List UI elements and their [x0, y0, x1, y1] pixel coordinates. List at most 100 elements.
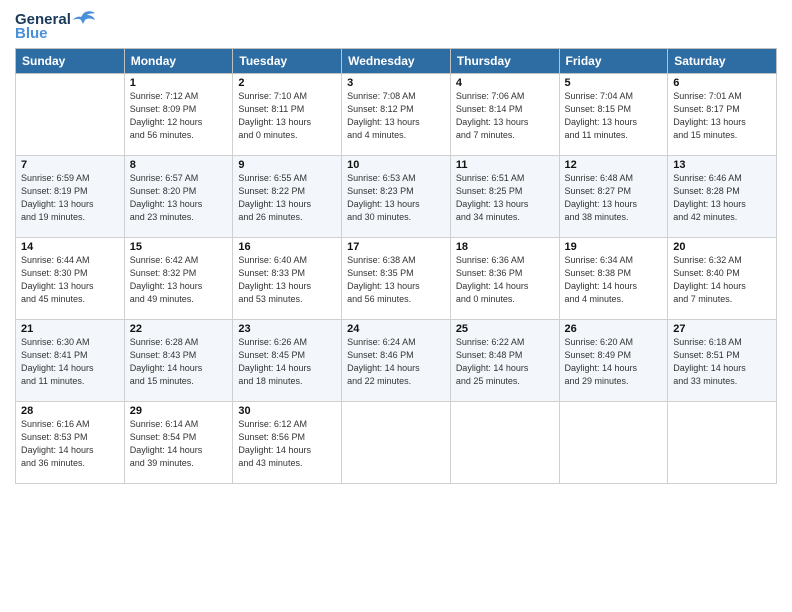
day-info-line: Sunrise: 6:46 AM: [673, 172, 771, 185]
day-info-line: Daylight: 13 hours: [347, 280, 445, 293]
calendar-week-row: 1Sunrise: 7:12 AMSunset: 8:09 PMDaylight…: [16, 74, 777, 156]
day-info-line: Sunset: 8:14 PM: [456, 103, 554, 116]
day-info-line: Daylight: 13 hours: [673, 116, 771, 129]
day-number: 3: [347, 77, 445, 89]
day-number: 15: [130, 241, 228, 253]
day-info-line: Daylight: 12 hours: [130, 116, 228, 129]
day-info-line: Sunrise: 6:48 AM: [565, 172, 663, 185]
day-info-line: Sunrise: 6:24 AM: [347, 336, 445, 349]
day-number: 11: [456, 159, 554, 171]
day-info: Sunrise: 6:44 AMSunset: 8:30 PMDaylight:…: [21, 254, 119, 306]
day-info-line: and 30 minutes.: [347, 211, 445, 224]
day-info: Sunrise: 6:28 AMSunset: 8:43 PMDaylight:…: [130, 336, 228, 388]
day-info-line: Daylight: 14 hours: [673, 280, 771, 293]
day-info-line: Daylight: 14 hours: [130, 444, 228, 457]
col-saturday: Saturday: [668, 49, 777, 74]
day-info-line: Sunset: 8:53 PM: [21, 431, 119, 444]
day-info-line: and 11 minutes.: [565, 129, 663, 142]
day-info: Sunrise: 6:42 AMSunset: 8:32 PMDaylight:…: [130, 254, 228, 306]
day-number: 26: [565, 323, 663, 335]
calendar-cell: 12Sunrise: 6:48 AMSunset: 8:27 PMDayligh…: [559, 156, 668, 238]
day-info-line: and 15 minutes.: [130, 375, 228, 388]
day-number: 7: [21, 159, 119, 171]
day-info-line: Daylight: 13 hours: [238, 198, 336, 211]
day-number: 16: [238, 241, 336, 253]
day-info-line: Daylight: 14 hours: [673, 362, 771, 375]
day-info-line: and 0 minutes.: [238, 129, 336, 142]
day-info-line: Sunrise: 6:57 AM: [130, 172, 228, 185]
day-info-line: Daylight: 14 hours: [21, 444, 119, 457]
calendar-cell: 11Sunrise: 6:51 AMSunset: 8:25 PMDayligh…: [450, 156, 559, 238]
day-info-line: Sunset: 8:46 PM: [347, 349, 445, 362]
day-info-line: Sunrise: 6:32 AM: [673, 254, 771, 267]
day-info: Sunrise: 6:30 AMSunset: 8:41 PMDaylight:…: [21, 336, 119, 388]
day-info-line: Daylight: 13 hours: [21, 280, 119, 293]
day-number: 29: [130, 405, 228, 417]
day-info-line: and 33 minutes.: [673, 375, 771, 388]
day-info: Sunrise: 6:53 AMSunset: 8:23 PMDaylight:…: [347, 172, 445, 224]
day-number: 30: [238, 405, 336, 417]
calendar-cell: 19Sunrise: 6:34 AMSunset: 8:38 PMDayligh…: [559, 238, 668, 320]
day-info-line: Sunrise: 6:51 AM: [456, 172, 554, 185]
day-info-line: Sunrise: 7:06 AM: [456, 90, 554, 103]
logo-blue: Blue: [15, 25, 48, 42]
day-info-line: Daylight: 13 hours: [673, 198, 771, 211]
day-info-line: and 4 minutes.: [347, 129, 445, 142]
day-info-line: and 42 minutes.: [673, 211, 771, 224]
day-number: 10: [347, 159, 445, 171]
day-info: Sunrise: 7:04 AMSunset: 8:15 PMDaylight:…: [565, 90, 663, 142]
day-info-line: Sunset: 8:22 PM: [238, 185, 336, 198]
day-info-line: Sunrise: 7:01 AM: [673, 90, 771, 103]
day-info: Sunrise: 6:20 AMSunset: 8:49 PMDaylight:…: [565, 336, 663, 388]
day-info-line: Sunrise: 6:14 AM: [130, 418, 228, 431]
calendar-cell: 9Sunrise: 6:55 AMSunset: 8:22 PMDaylight…: [233, 156, 342, 238]
day-info-line: Sunrise: 7:04 AM: [565, 90, 663, 103]
day-info-line: Sunset: 8:20 PM: [130, 185, 228, 198]
day-info-line: Daylight: 14 hours: [130, 362, 228, 375]
day-info-line: Sunrise: 6:36 AM: [456, 254, 554, 267]
day-number: 28: [21, 405, 119, 417]
calendar-cell: 26Sunrise: 6:20 AMSunset: 8:49 PMDayligh…: [559, 320, 668, 402]
day-info: Sunrise: 6:57 AMSunset: 8:20 PMDaylight:…: [130, 172, 228, 224]
day-info-line: Sunset: 8:09 PM: [130, 103, 228, 116]
day-number: 9: [238, 159, 336, 171]
calendar-cell: 1Sunrise: 7:12 AMSunset: 8:09 PMDaylight…: [124, 74, 233, 156]
header: General Blue: [15, 10, 777, 42]
header-row: Sunday Monday Tuesday Wednesday Thursday…: [16, 49, 777, 74]
calendar-cell: 13Sunrise: 6:46 AMSunset: 8:28 PMDayligh…: [668, 156, 777, 238]
day-info: Sunrise: 6:32 AMSunset: 8:40 PMDaylight:…: [673, 254, 771, 306]
day-info-line: Sunset: 8:17 PM: [673, 103, 771, 116]
day-info-line: Sunrise: 7:08 AM: [347, 90, 445, 103]
day-info-line: and 15 minutes.: [673, 129, 771, 142]
calendar-cell: 2Sunrise: 7:10 AMSunset: 8:11 PMDaylight…: [233, 74, 342, 156]
day-info-line: Daylight: 13 hours: [456, 198, 554, 211]
day-info-line: Daylight: 13 hours: [130, 280, 228, 293]
calendar-cell: 27Sunrise: 6:18 AMSunset: 8:51 PMDayligh…: [668, 320, 777, 402]
calendar-cell: 28Sunrise: 6:16 AMSunset: 8:53 PMDayligh…: [16, 402, 125, 484]
day-number: 21: [21, 323, 119, 335]
day-info-line: and 53 minutes.: [238, 293, 336, 306]
day-info: Sunrise: 6:22 AMSunset: 8:48 PMDaylight:…: [456, 336, 554, 388]
calendar-cell: 18Sunrise: 6:36 AMSunset: 8:36 PMDayligh…: [450, 238, 559, 320]
day-info-line: Sunset: 8:56 PM: [238, 431, 336, 444]
day-info-line: Sunset: 8:48 PM: [456, 349, 554, 362]
day-info-line: and 56 minutes.: [347, 293, 445, 306]
day-info: Sunrise: 6:36 AMSunset: 8:36 PMDaylight:…: [456, 254, 554, 306]
day-info-line: and 56 minutes.: [130, 129, 228, 142]
calendar-cell: 7Sunrise: 6:59 AMSunset: 8:19 PMDaylight…: [16, 156, 125, 238]
day-info-line: Sunrise: 6:55 AM: [238, 172, 336, 185]
day-info-line: Daylight: 13 hours: [565, 198, 663, 211]
day-info-line: and 25 minutes.: [456, 375, 554, 388]
day-info-line: Sunset: 8:25 PM: [456, 185, 554, 198]
day-number: 2: [238, 77, 336, 89]
day-info-line: and 11 minutes.: [21, 375, 119, 388]
day-info-line: Sunrise: 6:59 AM: [21, 172, 119, 185]
day-info-line: Daylight: 14 hours: [238, 362, 336, 375]
col-thursday: Thursday: [450, 49, 559, 74]
calendar-cell: 8Sunrise: 6:57 AMSunset: 8:20 PMDaylight…: [124, 156, 233, 238]
day-info: Sunrise: 7:06 AMSunset: 8:14 PMDaylight:…: [456, 90, 554, 142]
day-info-line: Daylight: 13 hours: [347, 198, 445, 211]
day-number: 5: [565, 77, 663, 89]
day-info-line: Sunrise: 6:16 AM: [21, 418, 119, 431]
day-info-line: Sunset: 8:51 PM: [673, 349, 771, 362]
